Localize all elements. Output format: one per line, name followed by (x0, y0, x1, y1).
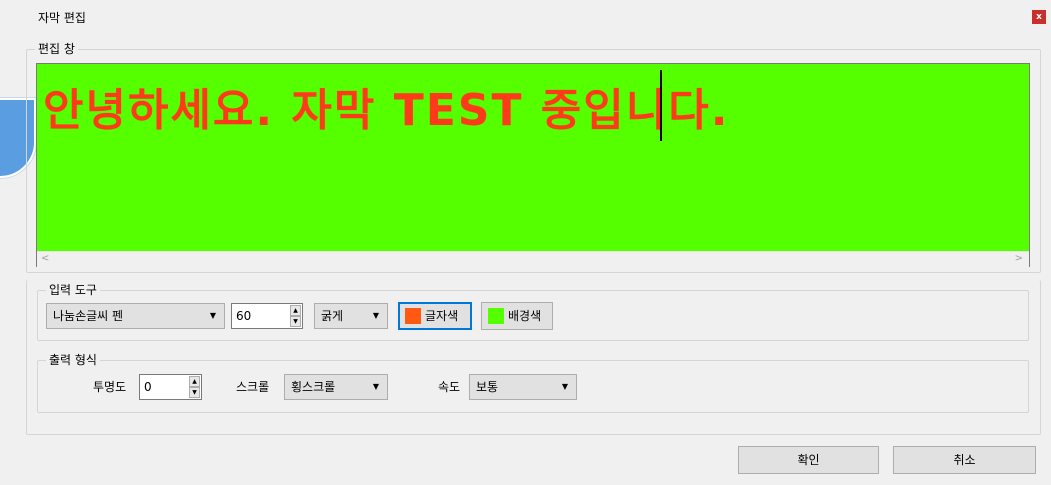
editor-box[interactable]: 안녕하세요. 자막 TEST 중입니다. < > (36, 63, 1030, 267)
editor-group-title: 편집 창 (35, 42, 78, 56)
window-title: 자막 편집 (38, 11, 86, 25)
close-button[interactable]: x (1032, 10, 1046, 24)
scroll-left-icon[interactable]: < (41, 253, 49, 264)
editor-text-area[interactable]: 안녕하세요. 자막 TEST 중입니다. (37, 64, 1029, 251)
editor-text: 안녕하세요. 자막 TEST 중입니다. (43, 85, 730, 136)
cancel-button[interactable]: 취소 (893, 446, 1036, 474)
ok-button[interactable]: 확인 (738, 446, 879, 474)
outer-panel-border (26, 280, 1041, 435)
scroll-right-icon[interactable]: > (1015, 253, 1023, 264)
title-bar: 자막 편집 x (0, 0, 1051, 34)
text-caret (660, 70, 662, 141)
horizontal-scrollbar[interactable]: < > (37, 251, 1029, 267)
